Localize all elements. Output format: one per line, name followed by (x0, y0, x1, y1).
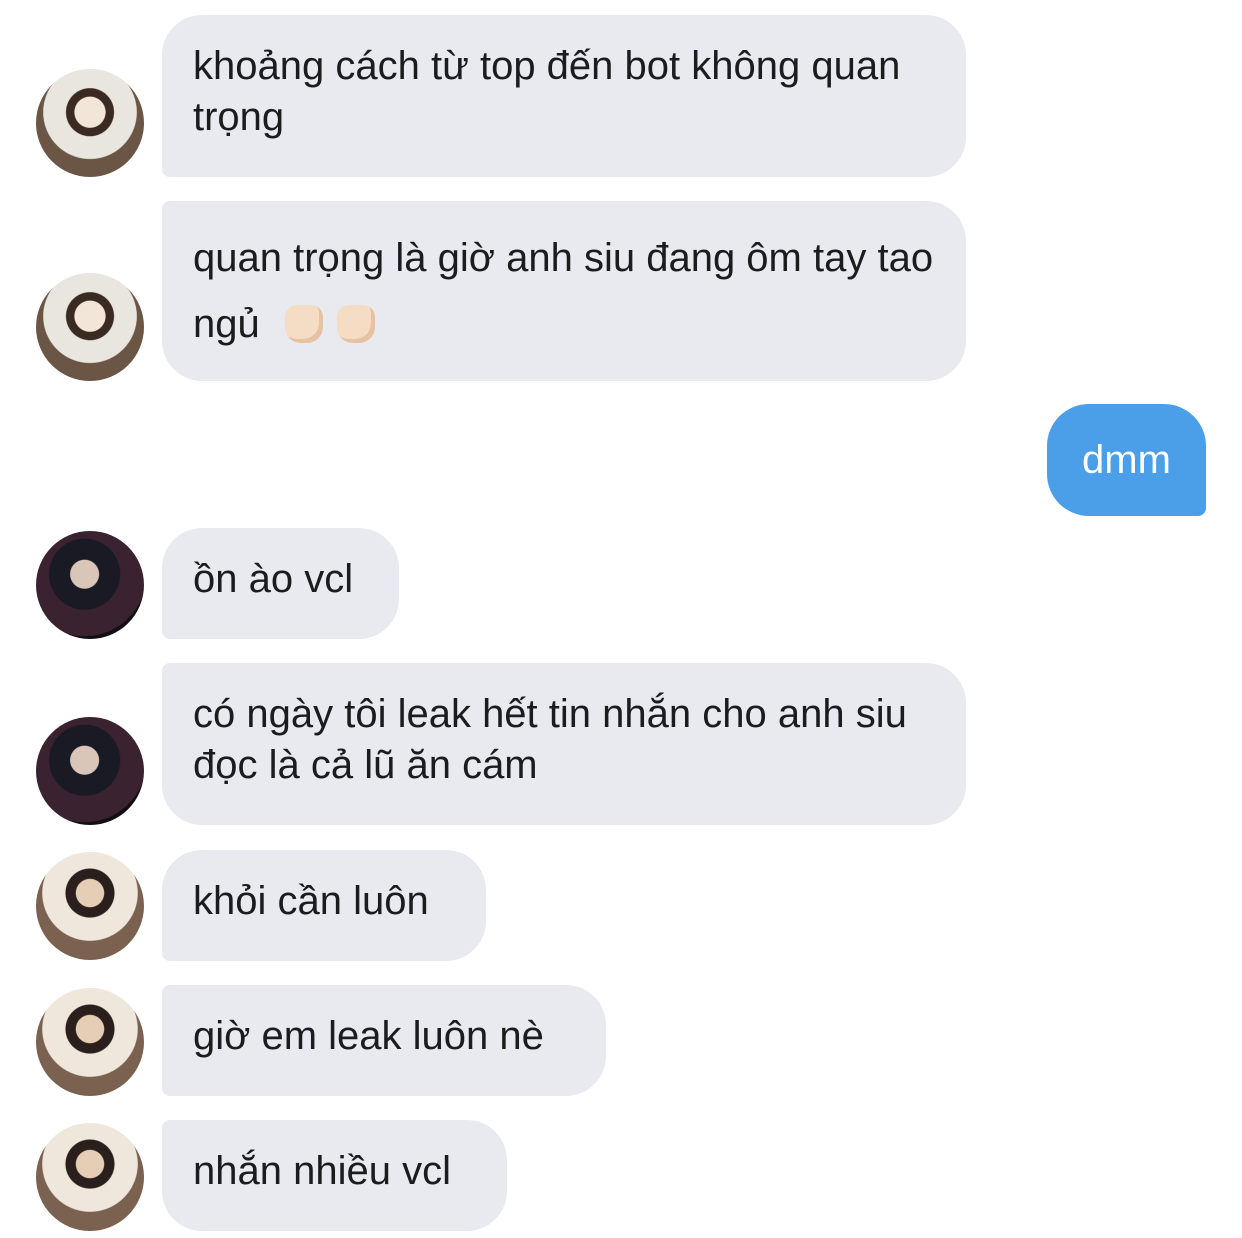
message-text: có ngày tôi leak hết tin nhắn cho anh si… (193, 692, 907, 787)
message-bubble[interactable]: có ngày tôi leak hết tin nhắn cho anh si… (162, 663, 966, 825)
avatar[interactable] (36, 1123, 144, 1231)
avatar[interactable] (36, 273, 144, 381)
message-text: nhắn nhiều vcl (193, 1149, 451, 1193)
avatar[interactable] (36, 852, 144, 960)
message-bubble[interactable]: quan trọng là giờ anh siu đang ôm tay ta… (162, 201, 966, 381)
message-text: dmm (1082, 438, 1171, 482)
message-text: giờ em leak luôn nè (193, 1014, 544, 1058)
outgoing-message-bubble[interactable]: dmm (1047, 404, 1206, 516)
avatar[interactable] (36, 531, 144, 639)
avatar[interactable] (36, 988, 144, 1096)
avatar[interactable] (36, 717, 144, 825)
message-bubble[interactable]: khỏi cần luôn (162, 850, 486, 961)
message-bubble[interactable]: ồn ào vcl (162, 528, 399, 639)
avatar[interactable] (36, 69, 144, 177)
message-text: khoảng cách từ top đến bot không quan tr… (193, 44, 901, 139)
message-bubble[interactable]: nhắn nhiều vcl (162, 1120, 507, 1231)
message-text: ồn ào vcl (193, 557, 354, 601)
message-bubble[interactable]: khoảng cách từ top đến bot không quan tr… (162, 15, 966, 177)
thumbs-up-icon (336, 305, 375, 343)
message-text: khỏi cần luôn (193, 879, 429, 923)
message-bubble[interactable]: giờ em leak luôn nè (162, 985, 606, 1096)
thumbs-up-icon (284, 305, 323, 343)
